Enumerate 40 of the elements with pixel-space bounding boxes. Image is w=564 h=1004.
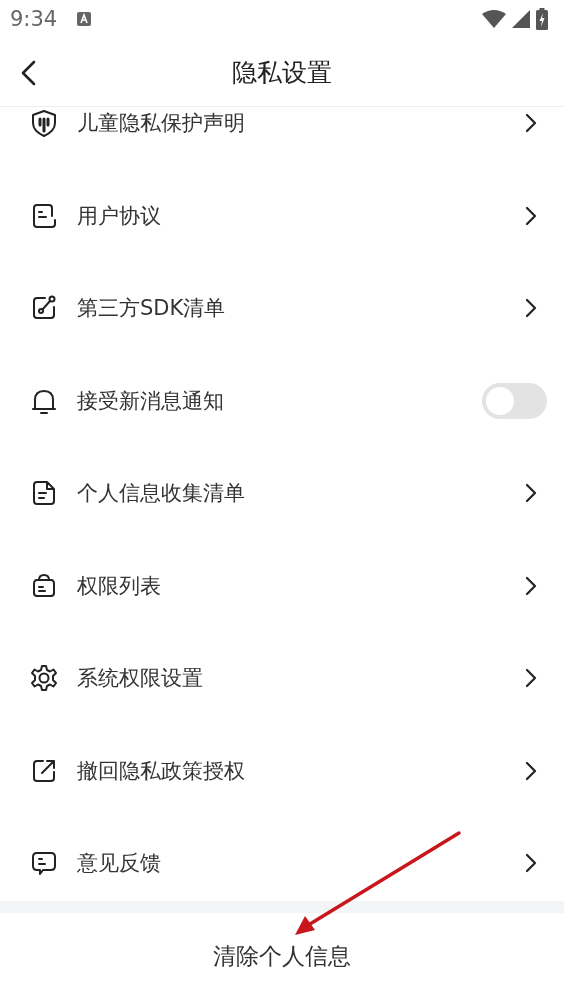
row-label: 个人信息收集清单 — [77, 480, 246, 508]
row-label: 权限列表 — [77, 572, 162, 600]
doc-icon — [30, 201, 58, 230]
shield-icon — [30, 109, 58, 138]
page-title: 隐私设置 — [232, 56, 332, 89]
battery-icon — [536, 8, 548, 30]
notification-icon — [77, 12, 92, 26]
settings-row[interactable]: 权限列表 — [0, 539, 564, 632]
row-label: 意见反馈 — [77, 850, 162, 878]
settings-row[interactable]: 接受新消息通知 — [0, 354, 564, 447]
settings-row[interactable]: 儿童隐私保护声明 — [0, 107, 564, 170]
chevron-right-icon — [525, 205, 537, 226]
row-label: 接受新消息通知 — [77, 387, 225, 415]
chevron-right-icon — [525, 760, 537, 781]
settings-row[interactable]: 用户协议 — [0, 169, 564, 262]
row-label: 第三方SDK清单 — [77, 295, 227, 323]
chevron-right-icon — [525, 575, 537, 596]
status-time: 9:34 — [10, 7, 58, 31]
row-label: 撤回隐私政策授权 — [77, 757, 246, 785]
chevron-right-icon — [525, 853, 537, 874]
chevron-right-icon — [525, 483, 537, 504]
row-label: 用户协议 — [77, 202, 162, 230]
settings-row[interactable]: 第三方SDK清单 — [0, 262, 564, 355]
bag-icon — [30, 571, 58, 600]
chevron-right-icon — [525, 113, 537, 134]
settings-row[interactable]: 个人信息收集清单 — [0, 447, 564, 540]
signal-icon — [512, 10, 530, 28]
file-icon — [30, 479, 58, 508]
settings-row[interactable]: 系统权限设置 — [0, 632, 564, 725]
chevron-right-icon — [525, 668, 537, 689]
row-label: 儿童隐私保护声明 — [77, 110, 246, 138]
row-label: 系统权限设置 — [77, 665, 204, 693]
clear-info-button[interactable]: 清除个人信息 — [203, 933, 361, 980]
toggle-switch[interactable] — [482, 382, 547, 419]
chat-icon — [30, 849, 58, 878]
gear-icon — [30, 664, 58, 693]
wifi-icon — [482, 10, 506, 28]
chevron-right-icon — [525, 298, 537, 319]
settings-row[interactable]: 撤回隐私政策授权 — [0, 724, 564, 817]
settings-row[interactable]: 意见反馈 — [0, 817, 564, 901]
